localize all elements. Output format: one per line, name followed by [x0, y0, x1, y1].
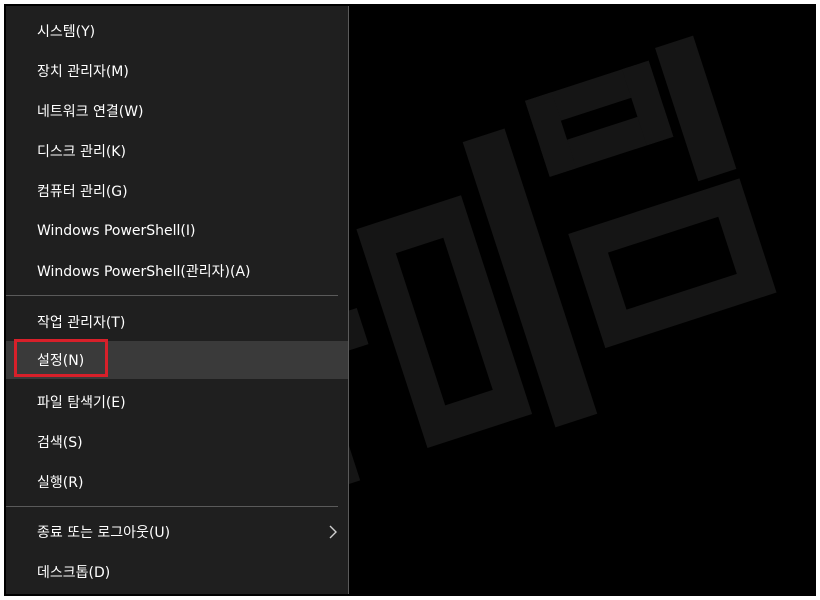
menu-item-settings[interactable]: 설정(N) [6, 341, 348, 379]
menu-item-task-manager[interactable]: 작업 관리자(T) [6, 303, 348, 341]
menu-item-powershell[interactable]: Windows PowerShell(I) [6, 212, 348, 250]
power-user-context-menu: 시스템(Y) 장치 관리자(M) 네트워크 연결(W) 디스크 관리(K) 컴퓨… [6, 6, 349, 594]
menu-item-run[interactable]: 실행(R) [6, 463, 348, 501]
menu-item-label: 데스크톱(D) [37, 565, 111, 581]
menu-item-label: 종료 또는 로그아웃(U) [37, 525, 171, 541]
menu-item-label: Windows PowerShell(관리자)(A) [37, 264, 251, 280]
menu-item-label: 디스크 관리(K) [37, 144, 126, 160]
menu-item-desktop[interactable]: 데스크톱(D) [6, 553, 348, 591]
menu-item-system[interactable]: 시스템(Y) [6, 12, 348, 50]
menu-separator [6, 295, 338, 296]
menu-item-label: 시스템(Y) [37, 24, 96, 40]
menu-item-label: 실행(R) [37, 475, 84, 491]
menu-item-search[interactable]: 검색(S) [6, 423, 348, 461]
menu-item-label: 장치 관리자(M) [37, 64, 129, 80]
screen-frame: 시스템(Y) 장치 관리자(M) 네트워크 연결(W) 디스크 관리(K) 컴퓨… [4, 4, 816, 596]
menu-item-network-connections[interactable]: 네트워크 연결(W) [6, 92, 348, 130]
menu-item-disk-management[interactable]: 디스크 관리(K) [6, 132, 348, 170]
menu-item-device-manager[interactable]: 장치 관리자(M) [6, 52, 348, 90]
menu-item-label: 파일 탐색기(E) [37, 395, 126, 411]
menu-item-powershell-admin[interactable]: Windows PowerShell(관리자)(A) [6, 252, 348, 290]
menu-item-shutdown-signout[interactable]: 종료 또는 로그아웃(U) [6, 513, 348, 551]
menu-item-label: 검색(S) [37, 435, 83, 451]
menu-item-label: Windows PowerShell(I) [37, 223, 196, 239]
menu-item-label: 작업 관리자(T) [37, 315, 126, 331]
menu-item-file-explorer[interactable]: 파일 탐색기(E) [6, 383, 348, 421]
menu-item-computer-management[interactable]: 컴퓨터 관리(G) [6, 172, 348, 210]
menu-item-label: 설정(N) [37, 353, 85, 369]
menu-item-label: 컴퓨터 관리(G) [37, 184, 128, 200]
chevron-right-icon [329, 525, 337, 539]
menu-item-label: 네트워크 연결(W) [37, 104, 144, 120]
menu-separator [6, 506, 338, 507]
